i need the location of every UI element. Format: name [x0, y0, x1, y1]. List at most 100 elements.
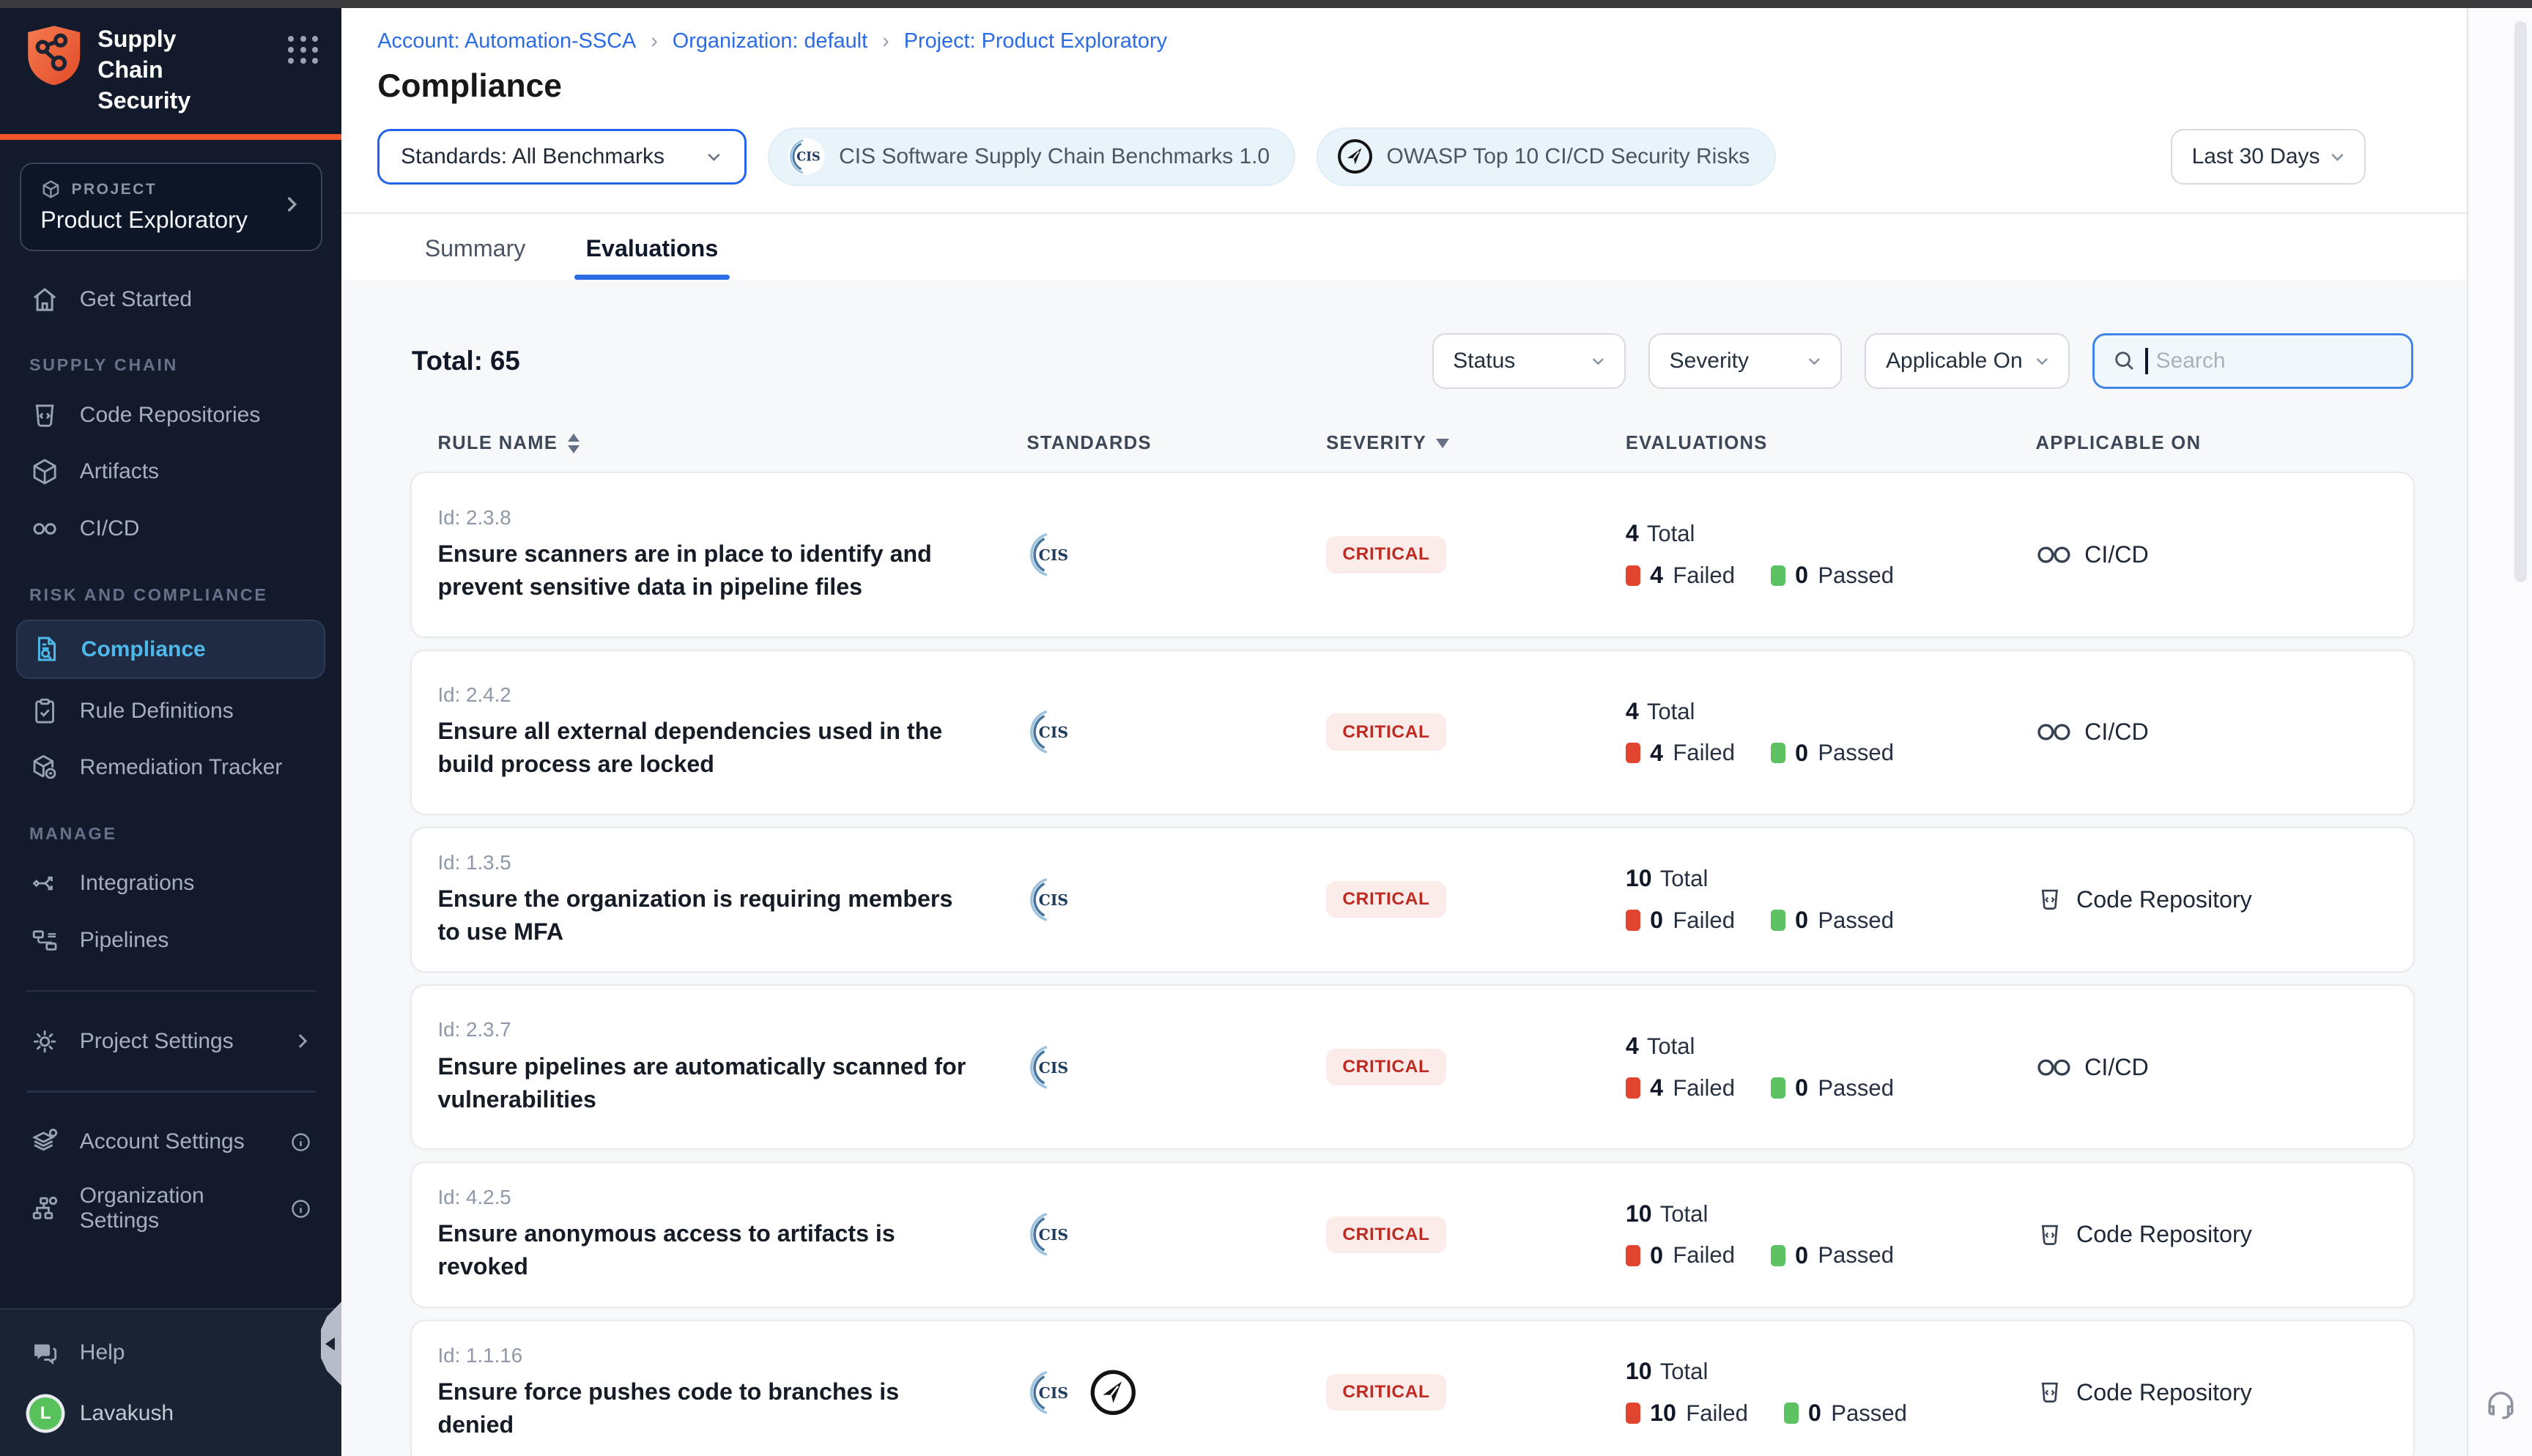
severity-filter-label: Severity — [1670, 349, 1749, 374]
breadcrumb-organization[interactable]: Organization: default — [673, 29, 867, 53]
scrollbar-thumb[interactable] — [2514, 21, 2528, 582]
rule-id: Id: 4.2.5 — [437, 1186, 1010, 1209]
sidebar-item-remediation-tracker[interactable]: Remediation Tracker — [0, 740, 341, 797]
total-label: Total — [1660, 1359, 1709, 1385]
clipboard-check-icon — [29, 696, 60, 727]
severity-filter-dropdown[interactable]: Severity — [1648, 333, 1842, 389]
standards-cell: CIS — [1010, 1368, 1308, 1417]
table-row[interactable]: Id: 2.4.2 Ensure all external dependenci… — [412, 651, 2413, 814]
rule-id: Id: 1.1.16 — [437, 1344, 1010, 1367]
sidebar-item-artifacts[interactable]: Artifacts — [0, 443, 341, 500]
failed-value: 0 — [1650, 1242, 1663, 1269]
sidebar-item-label: Pipelines — [80, 928, 169, 953]
column-rule-name[interactable]: RULE NAME — [437, 433, 1010, 454]
passed-value: 0 — [1808, 1400, 1821, 1427]
applicable-on-filter-dropdown[interactable]: Applicable On — [1865, 333, 2070, 389]
applicable-on-cell: Code Repository — [2018, 1221, 2387, 1249]
total-label: Total — [1647, 1033, 1695, 1060]
sidebar-item-account-settings[interactable]: Account Settings — [0, 1114, 341, 1171]
passed-label: Passed — [1818, 740, 1894, 766]
tab-evaluations[interactable]: Evaluations — [586, 235, 719, 280]
user-menu[interactable]: L Lavakush — [0, 1381, 341, 1437]
date-range-dropdown[interactable]: Last 30 Days — [2171, 129, 2366, 185]
app-logo-shield-icon — [26, 24, 82, 92]
table-row[interactable]: Id: 2.3.8 Ensure scanners are in place t… — [412, 473, 2413, 636]
status-filter-dropdown[interactable]: Status — [1432, 333, 1626, 389]
sidebar-item-pipelines[interactable]: Pipelines — [0, 912, 341, 969]
code-repository-icon — [2036, 1378, 2064, 1406]
passed-value: 0 — [1795, 740, 1808, 767]
sort-icon[interactable] — [568, 434, 580, 453]
sidebar-item-label: Remediation Tracker — [80, 755, 283, 780]
column-standards: STANDARDS — [1010, 433, 1308, 454]
app-switcher-grid-icon[interactable] — [288, 36, 319, 64]
sidebar-item-cicd[interactable]: CI/CD — [0, 500, 341, 557]
total-count: Total: 65 — [412, 346, 520, 376]
sidebar-item-label: CI/CD — [80, 516, 140, 541]
search-placeholder: Search — [2156, 349, 2226, 374]
table-row[interactable]: Id: 4.2.5 Ensure anonymous access to art… — [412, 1163, 2413, 1306]
tab-summary[interactable]: Summary — [425, 235, 526, 280]
support-headset-icon[interactable] — [2483, 1387, 2519, 1430]
passed-indicator — [1771, 1077, 1785, 1099]
failed-value: 4 — [1650, 740, 1663, 767]
date-range-label: Last 30 Days — [2192, 144, 2320, 169]
info-icon[interactable] — [289, 1131, 312, 1154]
sidebar-item-compliance[interactable]: Compliance — [16, 620, 325, 680]
project-selector[interactable]: PROJECT Product Exploratory — [20, 163, 322, 251]
sidebar-item-label: Rule Definitions — [80, 699, 234, 724]
severity-cell: CRITICAL — [1308, 1374, 1608, 1411]
column-severity[interactable]: SEVERITY — [1308, 433, 1608, 454]
owasp-logo-icon — [1089, 1368, 1138, 1417]
passed-indicator — [1771, 565, 1785, 587]
app-title: Supply Chain Security — [97, 24, 240, 116]
sidebar-item-project-settings[interactable]: Project Settings — [0, 1013, 341, 1070]
sidebar-item-get-started[interactable]: Get Started — [0, 271, 341, 328]
passed-label: Passed — [1818, 562, 1894, 589]
code-repository-icon — [29, 400, 60, 431]
table-row[interactable]: Id: 1.1.16 Ensure force pushes code to b… — [412, 1321, 2413, 1456]
chevron-left-icon — [325, 1337, 335, 1351]
sidebar-item-organization-settings[interactable]: Organization Settings — [0, 1170, 341, 1247]
rule-name-cell: Id: 1.3.5 Ensure the organization is req… — [437, 851, 1010, 948]
brand-accent-bar — [0, 134, 341, 140]
table-row[interactable]: Id: 2.3.7 Ensure pipelines are automatic… — [412, 986, 2413, 1148]
applicable-on-cell: Code Repository — [2018, 1378, 2387, 1406]
sidebar-item-label: Organization Settings — [80, 1184, 270, 1233]
applicable-on-value: CI/CD — [2084, 1054, 2149, 1081]
evaluations-cell: 10Total 10Failed 0Passed — [1607, 1358, 2018, 1427]
failed-label: Failed — [1673, 562, 1735, 589]
sidebar-item-rule-definitions[interactable]: Rule Definitions — [0, 683, 341, 740]
search-icon — [2111, 348, 2138, 374]
severity-badge: CRITICAL — [1326, 1374, 1446, 1411]
info-icon[interactable] — [289, 1197, 312, 1220]
cis-logo-icon: CIS — [787, 137, 826, 176]
evaluations-cell: 4Total 4Failed 0Passed — [1607, 698, 2018, 767]
failed-value: 10 — [1650, 1400, 1676, 1427]
integrations-icon — [29, 868, 60, 899]
table-header-row: RULE NAME STANDARDS SEVERITY EVALUATIONS… — [412, 389, 2413, 474]
table-row[interactable]: Id: 1.3.5 Ensure the organization is req… — [412, 828, 2413, 971]
evaluations-cell: 4Total 4Failed 0Passed — [1607, 1033, 2018, 1102]
total-value: 10 — [1626, 1358, 1652, 1385]
standards-dropdown[interactable]: Standards: All Benchmarks — [377, 129, 746, 185]
sidebar-item-code-repositories[interactable]: Code Repositories — [0, 387, 341, 444]
cicd-icon — [2036, 721, 2072, 743]
rules-table-body: Id: 2.3.8 Ensure scanners are in place t… — [412, 473, 2413, 1455]
project-box-icon — [40, 179, 62, 200]
svg-text:?: ? — [38, 1344, 45, 1356]
chip-cis-benchmark[interactable]: CIS CIS Software Supply Chain Benchmarks… — [768, 127, 1296, 186]
sidebar-item-integrations[interactable]: Integrations — [0, 855, 341, 913]
failed-label: Failed — [1673, 907, 1735, 934]
standards-cell: CIS — [1010, 875, 1308, 924]
search-input[interactable]: Search — [2092, 333, 2413, 389]
svg-text:CIS: CIS — [1039, 546, 1069, 564]
sidebar-item-help[interactable]: ? Help — [0, 1324, 341, 1381]
passed-value: 0 — [1795, 1242, 1808, 1269]
chip-owasp[interactable]: OWASP Top 10 CI/CD Security Risks — [1317, 127, 1775, 186]
main-content: Account: Automation-SSCA › Organization:… — [341, 8, 2467, 1456]
passed-indicator — [1771, 743, 1785, 764]
breadcrumb-project[interactable]: Project: Product Exploratory — [904, 29, 1167, 53]
code-repository-icon — [2036, 885, 2064, 913]
breadcrumb-account[interactable]: Account: Automation-SSCA — [377, 29, 636, 53]
